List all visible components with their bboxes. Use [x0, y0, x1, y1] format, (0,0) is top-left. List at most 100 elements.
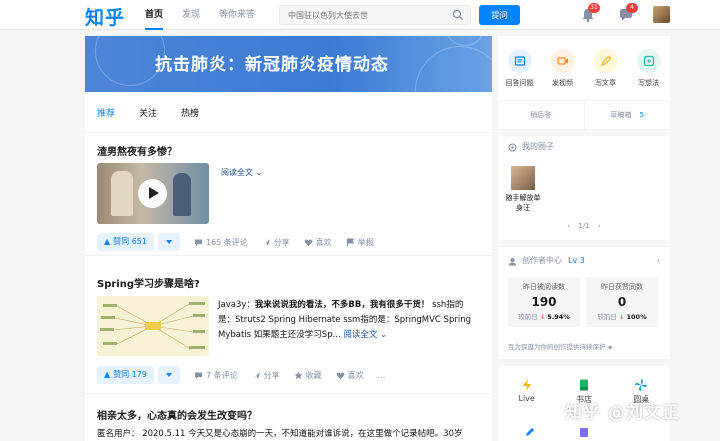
search-input[interactable]: [280, 6, 445, 24]
arrow-down-icon: ↓: [618, 313, 625, 321]
mindmap-thumbnail[interactable]: [97, 296, 209, 356]
messages-button[interactable]: 4: [617, 3, 638, 24]
write-idea-action[interactable]: 写想法: [630, 49, 668, 100]
zhihu-watermark: 知乎 @刘文正: [565, 403, 680, 423]
quick-actions-panel: 回答问题 发视频 写文章 写想法 稍后答 草稿箱 5: [498, 36, 670, 129]
read-more-link[interactable]: 阅读全文 ⌄: [221, 167, 262, 178]
search-box: [279, 5, 471, 25]
answer-actions: ▲ 赞同 179 7 条评论 分享 收藏 喜欢 ...: [97, 366, 385, 384]
circle-name: 随手解放单身汪: [505, 194, 541, 212]
upvote-button[interactable]: ▲ 赞同 651: [97, 233, 154, 251]
favorite-button[interactable]: 收藏: [294, 370, 322, 381]
nav-discover[interactable]: 发现: [182, 0, 200, 30]
report-button[interactable]: 举报: [346, 237, 374, 248]
tab-recommend[interactable]: 推荐: [97, 92, 115, 133]
play-icon[interactable]: [138, 179, 167, 208]
main-nav: 首页 发现 等你来答: [145, 0, 274, 30]
creator-center-panel: 创作者中心 Lv 3 › 昨日被阅读数 190 较前日 ↓ 5.94% 昨日获赞…: [498, 247, 670, 359]
creator-center-link[interactable]: 创作者中心 Lv 3 ›: [498, 247, 670, 275]
covid-banner[interactable]: 抗击肺炎：新冠肺炎疫情动态: [85, 36, 492, 92]
lightning-icon: [522, 379, 531, 391]
chevron-down-icon: ⌄: [380, 330, 388, 340]
share-button[interactable]: 分享: [262, 237, 290, 248]
pen-icon[interactable]: [524, 426, 536, 441]
read-more-link[interactable]: 阅读全文 ⌄: [343, 330, 387, 340]
flag-icon: [346, 238, 355, 246]
question-title[interactable]: Spring学习步骤是啥?: [97, 275, 200, 290]
chevron-right-icon: ›: [656, 256, 660, 265]
like-button[interactable]: 喜欢: [304, 237, 332, 248]
stat-reads[interactable]: 昨日被阅读数 190 较前日 ↓ 5.94%: [508, 277, 580, 327]
drafts-count: 5: [639, 111, 645, 119]
arrow-down-icon: ↓: [539, 313, 546, 321]
comment-icon: [194, 372, 202, 379]
nav-waiting-answers[interactable]: 等你来答: [219, 0, 255, 30]
circle-avatar: [511, 166, 535, 190]
user-avatar[interactable]: [653, 6, 670, 23]
protect-text: 互为保護为你的创作提供持续保护 ◈: [508, 343, 613, 351]
creator-level: Lv 3: [568, 256, 585, 265]
question-title[interactable]: 渣男熬夜有多惨？: [97, 143, 177, 158]
feed-tabs: 推荐 关注 热榜: [85, 92, 492, 133]
next-page-icon[interactable]: ›: [598, 222, 601, 230]
circles-title: 我的圈子: [522, 142, 554, 151]
pinwheel-icon: [635, 379, 648, 391]
answer-excerpt[interactable]: 匿名用户： 2020.5.11 今天又是心态崩的一天，不知道能对谁诉说，在这里做…: [97, 427, 492, 441]
answer-icon: [507, 49, 532, 73]
main-feed: 抗击肺炎：新冠肺炎疫情动态 推荐 关注 热榜 渣男熬夜有多惨？ 阅读全文 ⌄ ▲…: [85, 36, 492, 441]
search-icon[interactable]: [452, 9, 464, 21]
my-circles-panel: 我的圈子 随手解放单身汪 ‹ 1/1 ›: [498, 136, 670, 240]
video-figure-right: [173, 173, 191, 216]
heart-icon: [336, 372, 344, 379]
top-bar: 知乎 首页 发现 等你来答 提问 31 4: [0, 0, 720, 30]
heart-icon: [304, 239, 313, 246]
comments-button[interactable]: 165 条评论: [194, 237, 248, 248]
banner-title: 抗击肺炎：新冠肺炎疫情动态: [155, 55, 389, 75]
video-figure-left: [111, 171, 133, 216]
stat-upvotes[interactable]: 昨日获赞同数 0 较前日 ↓ 100%: [586, 277, 658, 327]
user-icon: [509, 257, 516, 265]
circle-item[interactable]: 随手解放单身汪: [505, 166, 541, 213]
message-count-badge: 4: [626, 3, 638, 13]
shield-icon: ◈: [607, 343, 613, 351]
downvote-button[interactable]: [157, 366, 180, 384]
zhihu-logo[interactable]: 知乎: [85, 3, 125, 30]
like-button[interactable]: 喜欢: [336, 370, 364, 381]
tab-hot[interactable]: 热榜: [181, 92, 199, 133]
downvote-button[interactable]: [157, 233, 180, 251]
comments-button[interactable]: 7 条评论: [194, 370, 238, 381]
answer-actions: ▲ 赞同 651 165 条评论 分享 喜欢 举报: [97, 233, 374, 251]
post-video-action[interactable]: 发视频: [544, 49, 582, 100]
video-thumbnail[interactable]: [97, 163, 209, 224]
book-icon: [579, 379, 588, 391]
ebook-icon[interactable]: [578, 426, 590, 441]
chevron-down-icon: ⌄: [255, 168, 263, 177]
nav-home[interactable]: 首页: [145, 0, 164, 30]
ask-question-button[interactable]: 提问: [479, 5, 520, 25]
circles-pager: ‹ 1/1 ›: [567, 222, 601, 230]
answer-excerpt[interactable]: Java3y：我来说说我的看法，不多BB，我有很多干货！ ssh指的是：Stru…: [218, 298, 480, 343]
drafts-link[interactable]: 草稿箱 5: [583, 101, 671, 129]
notification-count-badge: 31: [588, 3, 600, 13]
more-button[interactable]: ...: [378, 371, 386, 380]
video-icon: [550, 49, 575, 73]
star-icon: [294, 371, 303, 379]
comment-icon: [194, 239, 202, 246]
upvote-button[interactable]: ▲ 赞同 179: [97, 366, 154, 384]
share-icon: [252, 371, 260, 379]
circle-icon: [508, 143, 517, 151]
share-button[interactable]: 分享: [252, 370, 280, 381]
answer-later-link[interactable]: 稍后答: [498, 101, 584, 129]
answer-question-action[interactable]: 回答问题: [501, 49, 539, 100]
write-article-action[interactable]: 写文章: [587, 49, 625, 100]
question-title[interactable]: 相亲太多，心态真的会发生改变吗？: [97, 407, 257, 422]
notifications-button[interactable]: 31: [579, 3, 600, 24]
idea-icon: [636, 49, 661, 73]
tab-following[interactable]: 关注: [139, 92, 157, 133]
article-icon: [593, 49, 618, 73]
mindmap-image: [100, 302, 205, 349]
triangle-up-icon: ▲: [104, 370, 111, 379]
prev-page-icon[interactable]: ‹: [567, 222, 570, 230]
live-tool[interactable]: Live: [507, 378, 547, 405]
share-icon: [262, 238, 270, 246]
